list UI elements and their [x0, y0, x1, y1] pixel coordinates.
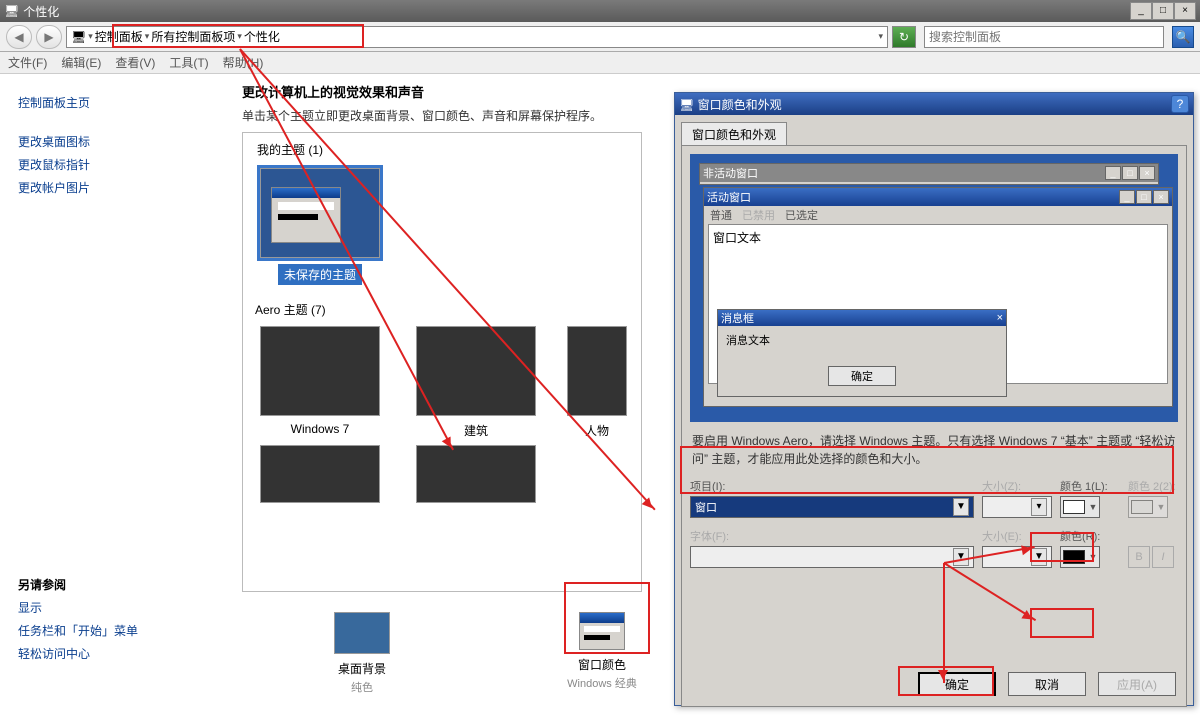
theme-aero-0[interactable]: Windows 7	[255, 326, 385, 439]
dialog-cancel-button[interactable]: 取消	[1008, 672, 1086, 696]
close-button[interactable]: ×	[1174, 2, 1196, 20]
address-dropdown-icon[interactable]: ▾	[878, 31, 883, 42]
preview-window-text: 窗口文本	[713, 229, 1163, 246]
dialog-tab[interactable]: 窗口颜色和外观	[681, 122, 787, 146]
breadcrumb-a[interactable]: 控制面板	[95, 28, 143, 45]
aero-label: Aero 主题 (7)	[255, 301, 629, 318]
dialog-title: 窗口颜色和外观	[698, 98, 782, 112]
font-combo: ▼	[690, 546, 974, 568]
bold-italic: B I	[1128, 546, 1178, 568]
sidebar-seealso: 另请参阅	[18, 576, 212, 593]
desktop-bg-label: 桌面背景	[302, 660, 422, 677]
theme-aero-4[interactable]	[411, 445, 541, 509]
font-label: 字体(F):	[690, 528, 974, 544]
window-color-label: 窗口颜色	[542, 656, 662, 673]
chevron-down-icon: ▾	[88, 31, 93, 42]
theme-unsaved[interactable]: 未保存的主题	[255, 168, 385, 285]
size-combo: ▾	[982, 496, 1052, 518]
menu-file[interactable]: 文件(F)	[8, 54, 47, 71]
theme-aero-1[interactable]: 建筑	[411, 326, 541, 439]
fsize-label: 大小(E):	[982, 528, 1052, 544]
preview-inactive-window: 非活动窗口 _□×	[699, 163, 1159, 185]
sidebar-link2-1[interactable]: 任务栏和「开始」菜单	[18, 622, 212, 639]
search-input[interactable]	[929, 30, 1159, 44]
sidebar-link2-0[interactable]: 显示	[18, 599, 212, 616]
window-color-sub: Windows 经典	[542, 675, 662, 691]
theme-aero-2[interactable]: 人物	[567, 326, 627, 439]
dialog-help-button[interactable]: ?	[1171, 95, 1189, 113]
search-button[interactable]: 🔍	[1172, 26, 1194, 48]
preview-msg-ok: 确定	[828, 366, 896, 386]
theme-unsaved-label: 未保存的主题	[278, 264, 362, 285]
app-icon: 🖥	[4, 4, 19, 18]
dialog-note: 要启用 Windows Aero，请选择 Windows 主题。只有选择 Win…	[692, 432, 1176, 468]
appearance-preview: 非活动窗口 _□× 活动窗口 _□× 普通 已禁用 已选定 窗口文本 消息框 ×	[690, 154, 1178, 422]
sidebar-link-1[interactable]: 更改鼠标指针	[18, 156, 212, 173]
back-button[interactable]: ◀	[6, 25, 32, 49]
dialog-ok-button[interactable]: 确定	[918, 672, 996, 696]
fcolor-label: 颜色(R):	[1060, 528, 1120, 544]
preview-msgbox: 消息框 × 消息文本 确定	[717, 309, 1007, 397]
item-label: 项目(I):	[690, 478, 974, 494]
breadcrumb-c[interactable]: 个性化	[244, 28, 280, 45]
search-box[interactable]	[924, 26, 1164, 48]
sidebar-link-2[interactable]: 更改帐户图片	[18, 179, 212, 196]
refresh-button[interactable]: ↻	[892, 26, 916, 48]
sidebar-link2-2[interactable]: 轻松访问中心	[18, 645, 212, 662]
desktop-bg-sub: 纯色	[302, 679, 422, 695]
window-titlebar: 🖥 个性化 _ □ ×	[0, 0, 1200, 22]
mythemes-label: 我的主题 (1)	[255, 143, 325, 157]
theme-aero-1-label: 建筑	[464, 424, 488, 438]
menu-edit[interactable]: 编辑(E)	[61, 54, 101, 71]
menu-tools[interactable]: 工具(T)	[169, 54, 208, 71]
close-icon: ×	[997, 312, 1003, 324]
chevron-down-icon: ▼	[953, 498, 969, 516]
sidebar: 控制面板主页 更改桌面图标 更改鼠标指针 更改帐户图片 另请参阅 显示 任务栏和…	[0, 74, 230, 720]
color1-picker[interactable]: ▼	[1060, 496, 1100, 518]
breadcrumb-b[interactable]: 所有控制面板项	[151, 28, 235, 45]
theme-aero-2-label: 人物	[585, 424, 609, 438]
appearance-dialog: 🖥 窗口颜色和外观 ? 窗口颜色和外观 非活动窗口 _□× 活动窗口 _□× 普…	[674, 92, 1194, 706]
color1-label: 颜色 1(L):	[1060, 478, 1120, 494]
color2-picker: ▼	[1128, 496, 1168, 518]
address-icon: 🖥	[71, 30, 86, 44]
window-color-link[interactable]: 窗口颜色 Windows 经典	[542, 612, 662, 695]
desktop-bg-link[interactable]: 桌面背景 纯色	[302, 612, 422, 695]
fsize-combo: ▼	[982, 546, 1052, 568]
menu-view[interactable]: 查看(V)	[115, 54, 155, 71]
menu-help[interactable]: 帮助(H)	[223, 54, 264, 71]
color2-label: 颜色 2(2):	[1128, 478, 1178, 494]
maximize-button[interactable]: □	[1152, 2, 1174, 20]
fcolor-picker[interactable]: ▼	[1060, 546, 1100, 568]
preview-active-window: 活动窗口 _□× 普通 已禁用 已选定 窗口文本 消息框 × 消息文本 确定	[703, 187, 1173, 407]
themes-group: 我的主题 (1) 未保存的主题 Aero 主题 (7) Windows 7 建筑	[242, 132, 642, 592]
nav-toolbar: ◀ ▶ 🖥 ▾ 控制面板 ▾ 所有控制面板项 ▾ 个性化 ▾ ↻ 🔍	[0, 22, 1200, 52]
minimize-button[interactable]: _	[1130, 2, 1152, 20]
menu-bar: 文件(F) 编辑(E) 查看(V) 工具(T) 帮助(H)	[0, 52, 1200, 74]
dialog-icon: 🖥	[679, 98, 694, 112]
dialog-titlebar: 🖥 窗口颜色和外观 ?	[675, 93, 1193, 115]
item-combo[interactable]: 窗口 ▼	[690, 496, 974, 518]
theme-aero-3[interactable]	[255, 445, 385, 509]
forward-button[interactable]: ▶	[36, 25, 62, 49]
size-label: 大小(Z):	[982, 478, 1052, 494]
dialog-apply-button: 应用(A)	[1098, 672, 1176, 696]
sidebar-link-0[interactable]: 更改桌面图标	[18, 133, 212, 150]
theme-aero-0-label: Windows 7	[291, 422, 350, 436]
address-bar[interactable]: 🖥 ▾ 控制面板 ▾ 所有控制面板项 ▾ 个性化 ▾	[66, 26, 888, 48]
sidebar-home[interactable]: 控制面板主页	[18, 94, 212, 111]
window-title: 个性化	[23, 3, 59, 20]
